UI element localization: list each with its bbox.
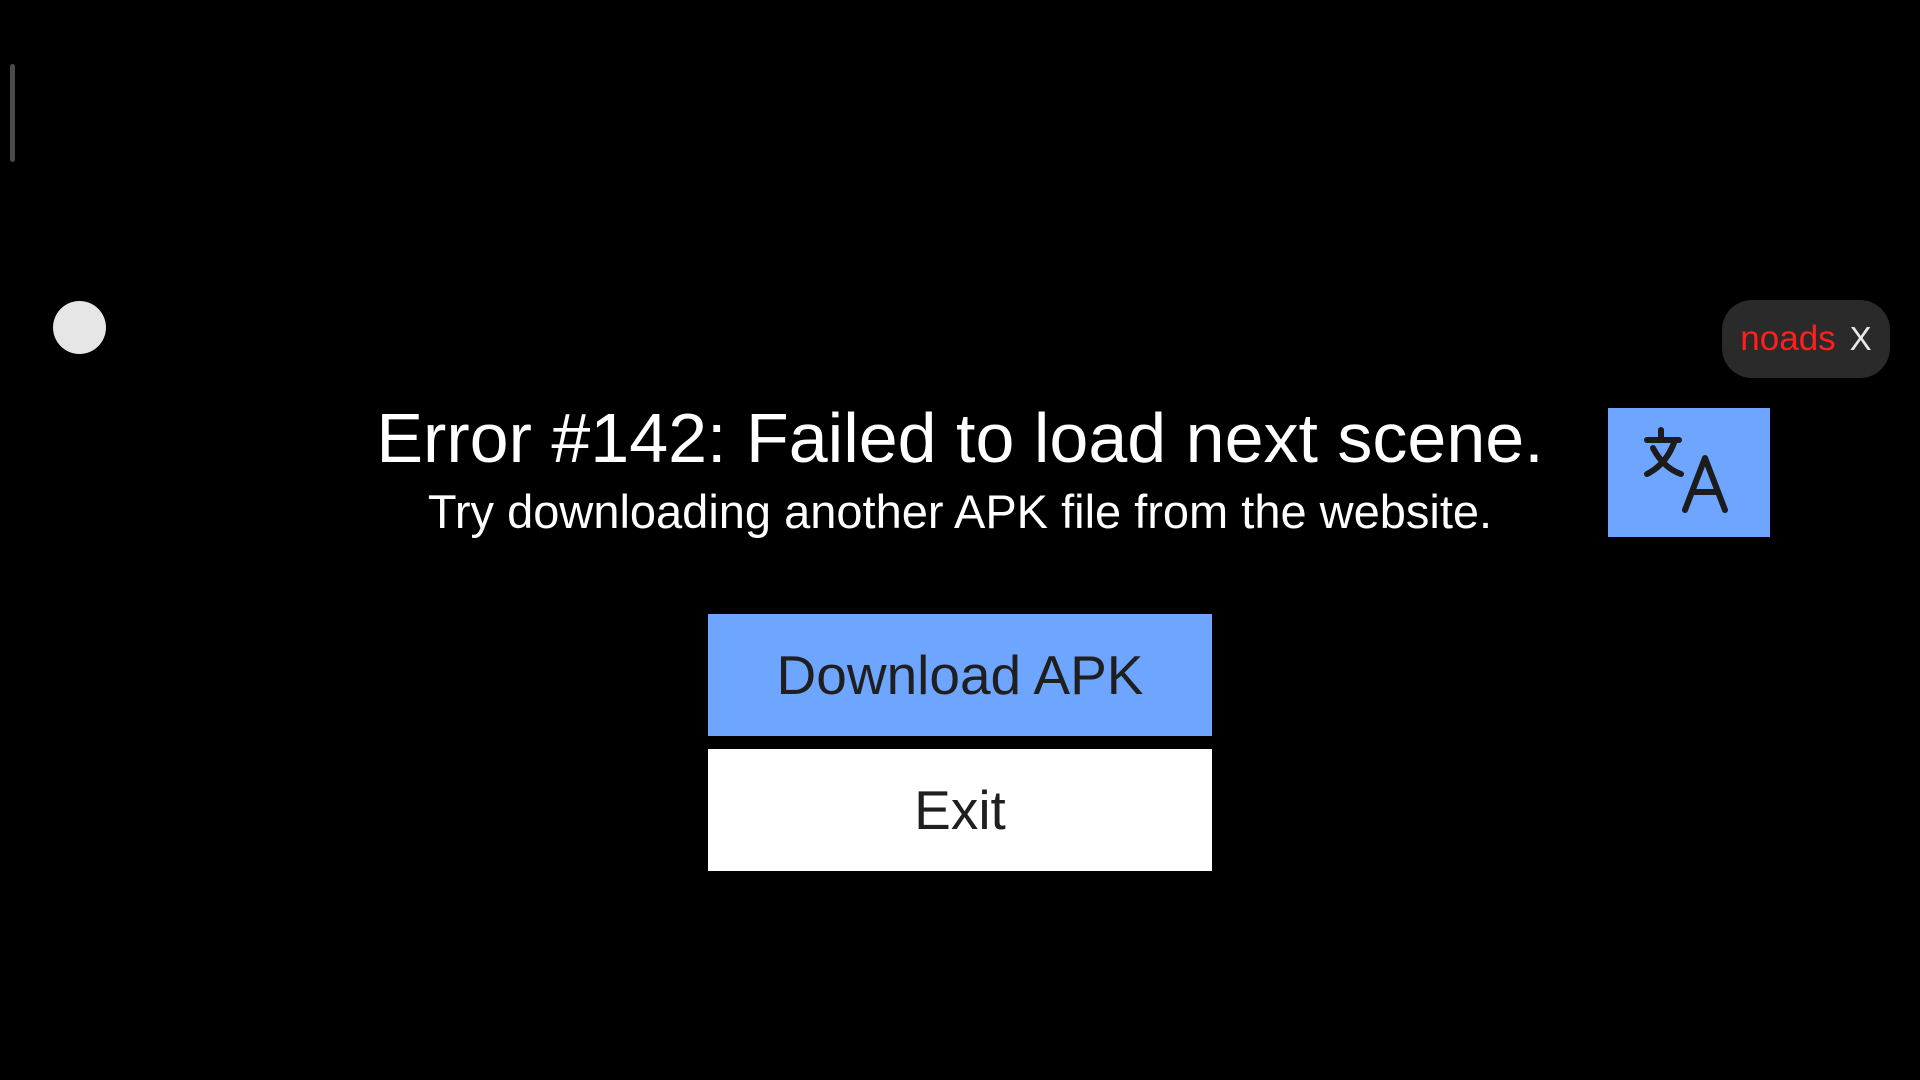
exit-button[interactable]: Exit xyxy=(708,749,1212,871)
translate-button[interactable] xyxy=(1608,408,1770,537)
exit-label: Exit xyxy=(914,779,1006,841)
error-screen: noads X Error #142: Failed to load next … xyxy=(0,0,1920,1080)
noads-close-button[interactable]: X xyxy=(1850,320,1872,358)
translate-icon xyxy=(1641,422,1737,523)
download-apk-button[interactable]: Download APK xyxy=(708,614,1212,736)
download-apk-label: Download APK xyxy=(776,644,1144,706)
floating-assistive-dot[interactable] xyxy=(53,301,106,354)
noads-pill[interactable]: noads X xyxy=(1722,300,1890,378)
noads-label[interactable]: noads xyxy=(1740,319,1835,359)
scroll-indicator[interactable] xyxy=(10,64,15,162)
